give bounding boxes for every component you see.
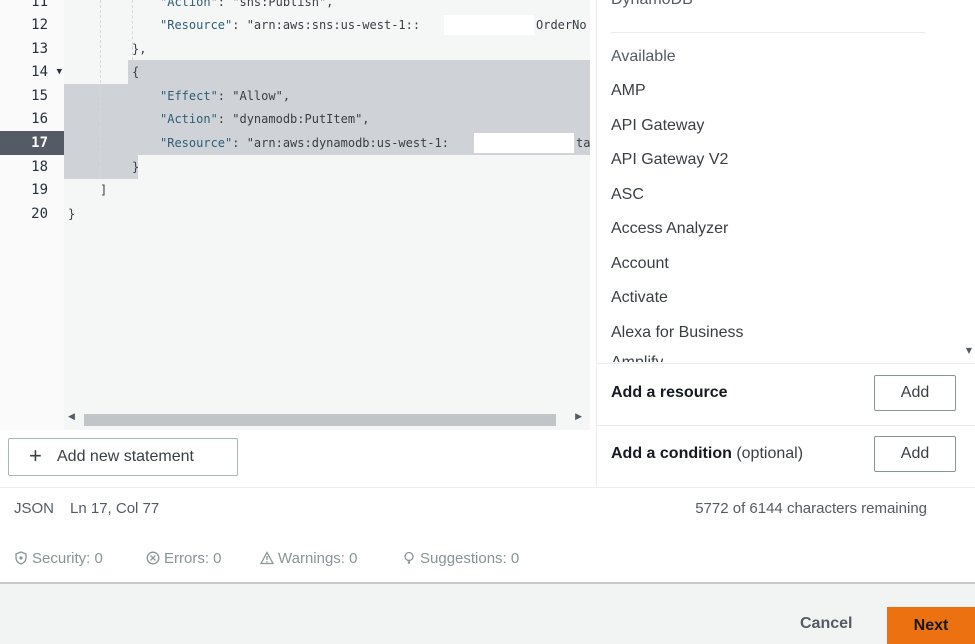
add-condition-row: Add a condition (optional) Add xyxy=(597,425,975,487)
editor-mode: JSON xyxy=(14,500,55,517)
add-resource-button[interactable]: Add xyxy=(874,375,956,411)
selection-highlight xyxy=(128,60,590,84)
cancel-button[interactable]: Cancel xyxy=(800,615,852,633)
security-count[interactable]: Security: 0 xyxy=(14,550,103,567)
line-number: 14 ▼ xyxy=(0,60,64,84)
line-number: 15 xyxy=(31,88,48,104)
add-new-statement-label: Add new statement xyxy=(57,448,194,465)
scroll-down-icon[interactable]: ▼ xyxy=(966,346,972,355)
error-icon xyxy=(146,551,160,565)
visual-editor-panel: DynamoDB Available AMP API Gateway API G… xyxy=(596,0,975,487)
service-item[interactable]: API Gateway V2 xyxy=(611,151,728,169)
code-line: } xyxy=(132,160,140,174)
indent-guide xyxy=(100,0,101,178)
add-new-statement-button[interactable]: + Add new statement xyxy=(8,438,238,476)
add-resource-row: Add a resource Add xyxy=(597,363,975,425)
code-line: } xyxy=(68,207,76,221)
next-button[interactable]: Next xyxy=(887,607,975,644)
service-item[interactable]: DynamoDB xyxy=(611,0,693,9)
warning-icon xyxy=(260,551,274,565)
line-number-active: 17 xyxy=(0,131,64,155)
service-item[interactable]: ASC xyxy=(611,186,644,204)
line-number: 12 xyxy=(31,17,48,33)
line-number-gutter: 11 12 13 14 ▼ 15 16 17 18 19 20 xyxy=(0,0,64,430)
selection-highlight xyxy=(64,155,138,179)
scroll-left-icon[interactable]: ◀ xyxy=(68,412,75,422)
services-available-heading: Available xyxy=(611,48,676,65)
suggestions-count[interactable]: Suggestions: 0 xyxy=(402,550,519,567)
code-line: { xyxy=(132,65,140,79)
code-line-tail: OrderNo xyxy=(536,18,587,32)
line-number: 20 xyxy=(31,206,48,222)
shield-icon xyxy=(15,551,27,565)
characters-remaining: 5772 of 6144 characters remaining xyxy=(695,500,927,517)
service-item[interactable]: AMP xyxy=(611,82,646,100)
warnings-count[interactable]: Warnings: 0 xyxy=(260,550,357,567)
service-item[interactable]: API Gateway xyxy=(611,117,704,135)
line-number: 18 xyxy=(31,159,48,175)
add-resource-label: Add a resource xyxy=(611,384,728,401)
line-number: 16 xyxy=(31,111,48,127)
divider xyxy=(611,32,925,33)
scroll-right-icon[interactable]: ▶ xyxy=(575,412,582,422)
service-item[interactable]: Amplify xyxy=(611,350,663,362)
fold-arrow-icon[interactable]: ▼ xyxy=(57,60,62,84)
line-number: 11 xyxy=(31,0,48,10)
lightbulb-icon xyxy=(404,551,414,564)
code-line: "Effect": "Allow", xyxy=(160,89,291,103)
redacted-region xyxy=(444,15,534,35)
code-line: "Action": "sns:Publish", xyxy=(160,0,334,9)
validation-summary: Security: 0 Errors: 0 Warnings: 0 Sugges… xyxy=(0,532,975,582)
wizard-footer: Cancel Next xyxy=(0,584,975,644)
code-line: ] xyxy=(100,183,108,197)
json-editor[interactable]: 11 12 13 14 ▼ 15 16 17 18 19 20 "Action":… xyxy=(0,0,590,430)
code-line-tail: ta xyxy=(576,136,590,150)
scrollbar-thumb[interactable] xyxy=(84,414,556,426)
service-item[interactable]: Access Analyzer xyxy=(611,220,728,238)
line-number: 19 xyxy=(31,182,48,198)
code-line: }, xyxy=(132,42,147,56)
code-area[interactable]: "Action": "sns:Publish", "Resource": "ar… xyxy=(64,0,590,410)
editor-status-bar: JSON Ln 17, Col 77 5772 of 6144 characte… xyxy=(0,487,975,532)
code-line: "Action": "dynamodb:PutItem", xyxy=(160,112,370,126)
plus-icon: + xyxy=(29,443,42,468)
errors-count[interactable]: Errors: 0 xyxy=(146,550,222,567)
service-item[interactable]: Activate xyxy=(611,289,668,307)
cursor-position: Ln 17, Col 77 xyxy=(70,500,160,517)
service-item[interactable]: Account xyxy=(611,255,669,273)
code-line: "Resource": "arn:aws:sns:us-west-1:: xyxy=(160,18,421,32)
horizontal-scrollbar[interactable]: ◀ ▶ xyxy=(64,410,590,430)
redacted-region xyxy=(474,133,574,153)
add-condition-label: Add a condition (optional) xyxy=(611,445,804,462)
line-number: 13 xyxy=(31,41,48,57)
service-item[interactable]: Alexa for Business xyxy=(611,324,744,342)
code-line: "Resource": "arn:aws:dynamodb:us-west-1: xyxy=(160,136,449,150)
add-condition-button[interactable]: Add xyxy=(874,436,956,472)
